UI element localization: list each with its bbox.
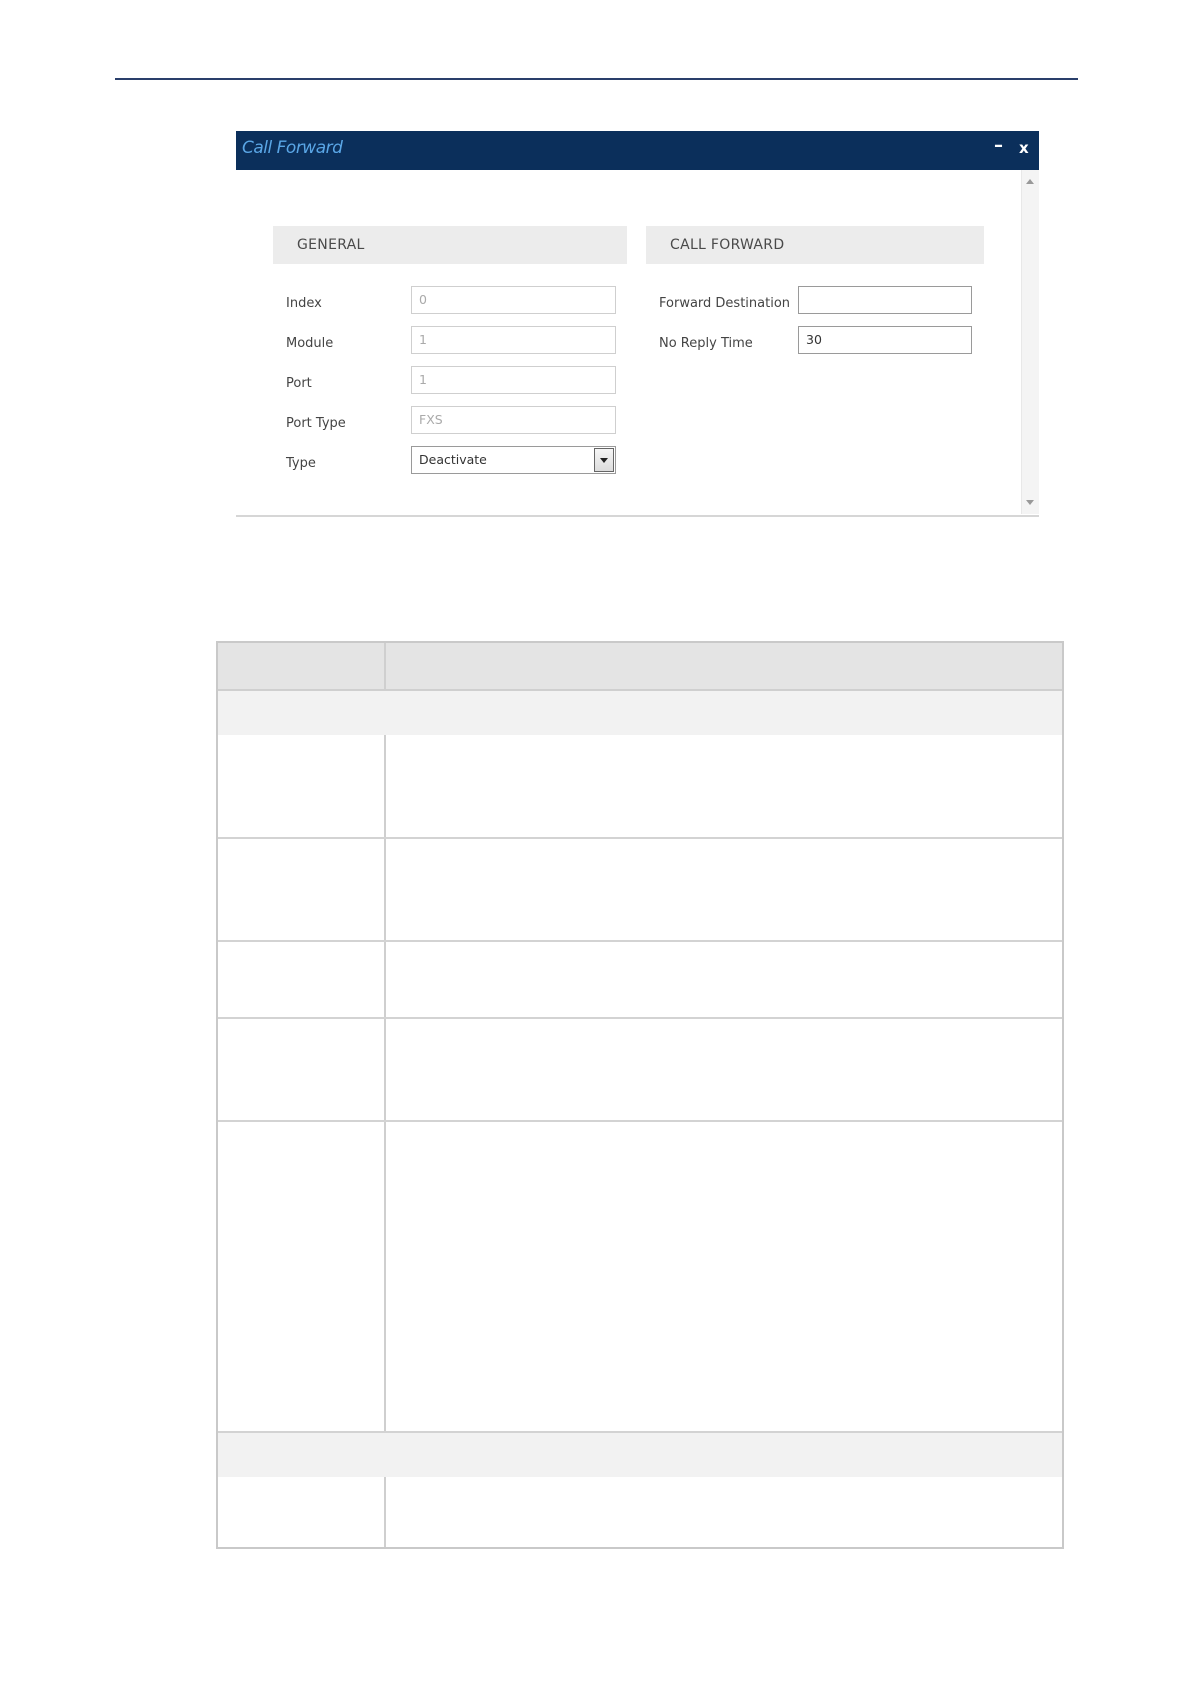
forward-destination-input[interactable]: [798, 286, 972, 314]
table-row: [218, 1017, 1062, 1120]
dialog-scrollbar[interactable]: [1021, 170, 1039, 514]
type-label: Type: [286, 456, 316, 471]
no-reply-time-input[interactable]: 30: [798, 326, 972, 354]
forward-destination-label: Forward Destination: [659, 296, 791, 311]
no-reply-time-label: No Reply Time: [659, 336, 753, 351]
table-cell: [218, 942, 386, 1017]
section-header-general: GENERAL: [273, 226, 627, 264]
table-cell: [218, 839, 386, 940]
dialog-bottom-border: [236, 515, 1039, 517]
table-header-row: [218, 643, 1062, 691]
table-row: [218, 940, 1062, 1017]
module-field: 1: [411, 326, 616, 354]
index-field: 0: [411, 286, 616, 314]
chevron-down-icon[interactable]: [594, 448, 614, 472]
port-field: 1: [411, 366, 616, 394]
type-select-value: Deactivate: [419, 452, 487, 467]
table-cell: [218, 735, 386, 837]
table-cell: [218, 1477, 386, 1547]
scroll-up-icon[interactable]: [1026, 179, 1034, 184]
dialog-titlebar: Call Forward – x: [236, 131, 1039, 170]
type-select[interactable]: Deactivate: [411, 446, 616, 474]
port-type-field: FXS: [411, 406, 616, 434]
table-row: [218, 735, 1062, 837]
scroll-down-icon[interactable]: [1026, 500, 1034, 505]
port-type-label: Port Type: [286, 416, 346, 431]
dialog-title: Call Forward: [242, 138, 343, 158]
index-label: Index: [286, 296, 322, 311]
minimize-icon[interactable]: –: [994, 135, 1003, 156]
section-header-call-forward: CALL FORWARD: [646, 226, 984, 264]
header-rule: [115, 78, 1078, 80]
table-cell: [218, 1122, 386, 1431]
table-header-cell: [218, 643, 386, 689]
module-label: Module: [286, 336, 334, 351]
table-row: [218, 1477, 1062, 1547]
port-label: Port: [286, 376, 312, 391]
table-group-row: [218, 691, 1062, 735]
table-row: [218, 837, 1062, 940]
description-table: [216, 641, 1064, 1549]
close-icon[interactable]: x: [1019, 139, 1029, 157]
call-forward-dialog: Call Forward – x GENERAL CALL FORWARD In…: [236, 131, 1039, 518]
table-cell: [218, 1019, 386, 1120]
table-group-row: [218, 1431, 1062, 1477]
table-row: [218, 1120, 1062, 1431]
